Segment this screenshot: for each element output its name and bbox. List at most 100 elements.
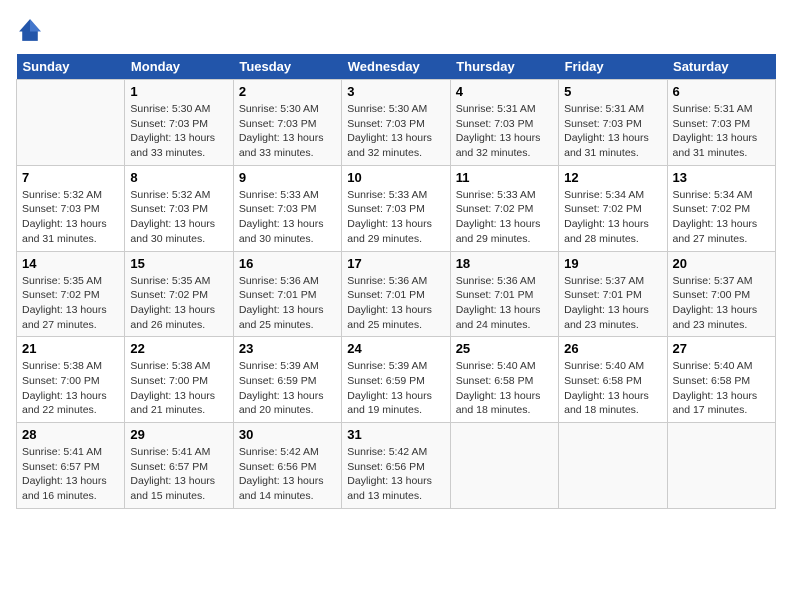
day-info: Sunrise: 5:32 AMSunset: 7:03 PMDaylight:… bbox=[130, 188, 227, 247]
day-number: 6 bbox=[673, 84, 770, 99]
day-info: Sunrise: 5:42 AMSunset: 6:56 PMDaylight:… bbox=[239, 445, 336, 504]
day-info: Sunrise: 5:36 AMSunset: 7:01 PMDaylight:… bbox=[347, 274, 444, 333]
day-number: 9 bbox=[239, 170, 336, 185]
day-info: Sunrise: 5:34 AMSunset: 7:02 PMDaylight:… bbox=[673, 188, 770, 247]
day-number: 8 bbox=[130, 170, 227, 185]
calendar-cell bbox=[559, 423, 667, 509]
day-info: Sunrise: 5:39 AMSunset: 6:59 PMDaylight:… bbox=[347, 359, 444, 418]
day-info: Sunrise: 5:42 AMSunset: 6:56 PMDaylight:… bbox=[347, 445, 444, 504]
calendar-cell: 19 Sunrise: 5:37 AMSunset: 7:01 PMDayligh… bbox=[559, 251, 667, 337]
calendar-cell: 28 Sunrise: 5:41 AMSunset: 6:57 PMDayligh… bbox=[17, 423, 125, 509]
day-info: Sunrise: 5:40 AMSunset: 6:58 PMDaylight:… bbox=[456, 359, 553, 418]
calendar-cell bbox=[17, 80, 125, 166]
day-number: 14 bbox=[22, 256, 119, 271]
calendar-cell: 26Sunrise: 5:40 AMSunset: 6:58 PMDayligh… bbox=[559, 337, 667, 423]
day-number: 29 bbox=[130, 427, 227, 442]
day-number: 31 bbox=[347, 427, 444, 442]
day-number: 5 bbox=[564, 84, 661, 99]
calendar-cell: 6 Sunrise: 5:31 AMSunset: 7:03 PMDaylight… bbox=[667, 80, 775, 166]
calendar-cell: 21Sunrise: 5:38 AMSunset: 7:00 PMDayligh… bbox=[17, 337, 125, 423]
calendar-cell: 20 Sunrise: 5:37 AMSunset: 7:00 PMDayligh… bbox=[667, 251, 775, 337]
day-number: 20 bbox=[673, 256, 770, 271]
weekday-header-sunday: Sunday bbox=[17, 54, 125, 80]
calendar-cell: 17 Sunrise: 5:36 AMSunset: 7:01 PMDayligh… bbox=[342, 251, 450, 337]
day-info: Sunrise: 5:41 AMSunset: 6:57 PMDaylight:… bbox=[22, 445, 119, 504]
calendar-cell: 14Sunrise: 5:35 AMSunset: 7:02 PMDayligh… bbox=[17, 251, 125, 337]
calendar-cell bbox=[450, 423, 558, 509]
calendar-week-row: 14 Sunrise: 5:35 AMSunset: 7:02 PMDayligh… bbox=[17, 251, 776, 337]
day-number: 3 bbox=[347, 84, 444, 99]
calendar-cell: 12 Sunrise: 5:34 AMSunset: 7:02 PMDayligh… bbox=[559, 165, 667, 251]
day-info: Sunrise: 5:35 AMSunset: 7:02 PMDaylight:… bbox=[130, 274, 227, 333]
calendar-cell: 9 Sunrise: 5:33 AMSunset: 7:03 PMDaylight… bbox=[233, 165, 341, 251]
day-info: Sunrise: 5:37 AMSunset: 7:01 PMDaylight:… bbox=[564, 274, 661, 333]
calendar-cell: 7 Sunrise: 5:32 AMSunset: 7:03 PMDaylight… bbox=[17, 165, 125, 251]
weekday-header-friday: Friday bbox=[559, 54, 667, 80]
day-info: Sunrise: 5:38 AMSunset: 7:00 PMDaylight:… bbox=[22, 359, 119, 418]
calendar-cell: 24 Sunrise: 5:39 AMSunset: 6:59 PMDayligh… bbox=[342, 337, 450, 423]
logo bbox=[16, 16, 48, 44]
day-number: 15 bbox=[130, 256, 227, 271]
day-number: 24 bbox=[347, 341, 444, 356]
day-number: 7 bbox=[22, 170, 119, 185]
day-number: 26 bbox=[564, 341, 661, 356]
day-number: 2 bbox=[239, 84, 336, 99]
day-info: Sunrise: 5:33 AMSunset: 7:03 PMDaylight:… bbox=[239, 188, 336, 247]
day-number: 25 bbox=[456, 341, 553, 356]
day-info: Sunrise: 5:31 AMSunset: 7:03 PMDaylight:… bbox=[456, 102, 553, 161]
calendar-cell: 8 Sunrise: 5:32 AMSunset: 7:03 PMDaylight… bbox=[125, 165, 233, 251]
day-number: 28 bbox=[22, 427, 119, 442]
weekday-header-tuesday: Tuesday bbox=[233, 54, 341, 80]
day-number: 19 bbox=[564, 256, 661, 271]
calendar-cell: 1Sunrise: 5:30 AMSunset: 7:03 PMDaylight… bbox=[125, 80, 233, 166]
calendar-table: SundayMondayTuesdayWednesdayThursdayFrid… bbox=[16, 54, 776, 509]
day-number: 27 bbox=[673, 341, 770, 356]
calendar-cell: 25 Sunrise: 5:40 AMSunset: 6:58 PMDayligh… bbox=[450, 337, 558, 423]
day-number: 18 bbox=[456, 256, 553, 271]
day-info: Sunrise: 5:34 AMSunset: 7:02 PMDaylight:… bbox=[564, 188, 661, 247]
day-info: Sunrise: 5:41 AMSunset: 6:57 PMDaylight:… bbox=[130, 445, 227, 504]
logo-icon bbox=[16, 16, 44, 44]
day-info: Sunrise: 5:30 AMSunset: 7:03 PMDaylight:… bbox=[239, 102, 336, 161]
day-info: Sunrise: 5:40 AMSunset: 6:58 PMDaylight:… bbox=[673, 359, 770, 418]
calendar-cell: 3 Sunrise: 5:30 AMSunset: 7:03 PMDaylight… bbox=[342, 80, 450, 166]
calendar-cell: 22 Sunrise: 5:38 AMSunset: 7:00 PMDayligh… bbox=[125, 337, 233, 423]
day-info: Sunrise: 5:31 AMSunset: 7:03 PMDaylight:… bbox=[564, 102, 661, 161]
calendar-header-row: SundayMondayTuesdayWednesdayThursdayFrid… bbox=[17, 54, 776, 80]
day-info: Sunrise: 5:32 AMSunset: 7:03 PMDaylight:… bbox=[22, 188, 119, 247]
day-info: Sunrise: 5:36 AMSunset: 7:01 PMDaylight:… bbox=[239, 274, 336, 333]
weekday-header-thursday: Thursday bbox=[450, 54, 558, 80]
calendar-week-row: 1 Sunrise: 5:30 AMSunset: 7:03 PMDaylight… bbox=[17, 80, 776, 166]
day-info: Sunrise: 5:37 AMSunset: 7:00 PMDaylight:… bbox=[673, 274, 770, 333]
day-number: 10 bbox=[347, 170, 444, 185]
day-info: Sunrise: 5:33 AMSunset: 7:03 PMDaylight:… bbox=[347, 188, 444, 247]
calendar-cell: 10 Sunrise: 5:33 AMSunset: 7:03 PMDayligh… bbox=[342, 165, 450, 251]
day-info: Sunrise: 5:39 AMSunset: 6:59 PMDaylight:… bbox=[239, 359, 336, 418]
calendar-week-row: 21Sunrise: 5:38 AMSunset: 7:00 PMDayligh… bbox=[17, 337, 776, 423]
calendar-cell: 4 Sunrise: 5:31 AMSunset: 7:03 PMDaylight… bbox=[450, 80, 558, 166]
calendar-cell: 15 Sunrise: 5:35 AMSunset: 7:02 PMDayligh… bbox=[125, 251, 233, 337]
day-number: 1 bbox=[130, 84, 227, 99]
day-info: Sunrise: 5:36 AMSunset: 7:01 PMDaylight:… bbox=[456, 274, 553, 333]
day-info: Sunrise: 5:30 AMSunset: 7:03 PMDaylight:… bbox=[347, 102, 444, 161]
calendar-cell: 11Sunrise: 5:33 AMSunset: 7:02 PMDayligh… bbox=[450, 165, 558, 251]
day-number: 17 bbox=[347, 256, 444, 271]
weekday-header-wednesday: Wednesday bbox=[342, 54, 450, 80]
day-number: 12 bbox=[564, 170, 661, 185]
calendar-cell: 13Sunrise: 5:34 AMSunset: 7:02 PMDayligh… bbox=[667, 165, 775, 251]
day-number: 23 bbox=[239, 341, 336, 356]
day-info: Sunrise: 5:31 AMSunset: 7:03 PMDaylight:… bbox=[673, 102, 770, 161]
page-header bbox=[16, 16, 776, 44]
day-number: 4 bbox=[456, 84, 553, 99]
day-number: 22 bbox=[130, 341, 227, 356]
calendar-cell: 27 Sunrise: 5:40 AMSunset: 6:58 PMDayligh… bbox=[667, 337, 775, 423]
calendar-cell: 23 Sunrise: 5:39 AMSunset: 6:59 PMDayligh… bbox=[233, 337, 341, 423]
calendar-cell: 18 Sunrise: 5:36 AMSunset: 7:01 PMDayligh… bbox=[450, 251, 558, 337]
calendar-cell: 16Sunrise: 5:36 AMSunset: 7:01 PMDayligh… bbox=[233, 251, 341, 337]
day-info: Sunrise: 5:38 AMSunset: 7:00 PMDaylight:… bbox=[130, 359, 227, 418]
calendar-cell: 2 Sunrise: 5:30 AMSunset: 7:03 PMDaylight… bbox=[233, 80, 341, 166]
day-number: 11 bbox=[456, 170, 553, 185]
calendar-cell: 30Sunrise: 5:42 AMSunset: 6:56 PMDayligh… bbox=[233, 423, 341, 509]
calendar-cell bbox=[667, 423, 775, 509]
calendar-cell: 5 Sunrise: 5:31 AMSunset: 7:03 PMDaylight… bbox=[559, 80, 667, 166]
